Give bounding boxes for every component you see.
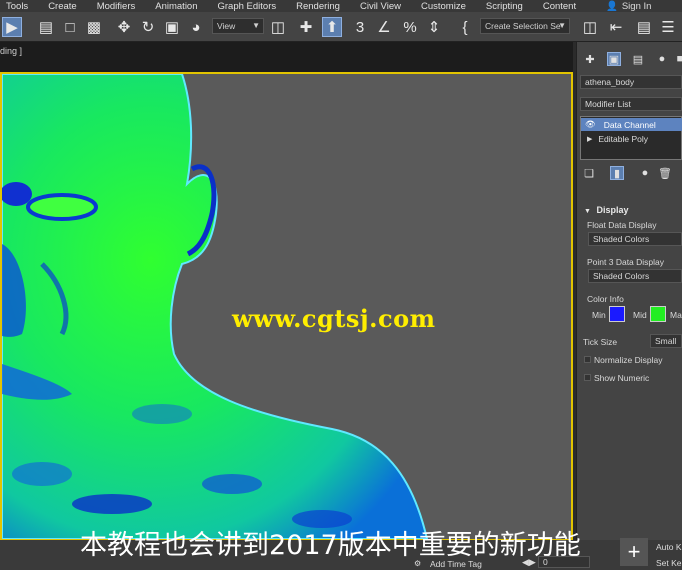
motion-tab-icon[interactable]: ●: [655, 52, 669, 66]
menu-bar: Tools Create Modifiers Animation Graph E…: [0, 0, 682, 12]
selection-set-label: Create Selection Se: [485, 21, 561, 31]
pivot-center-icon[interactable]: ◫: [268, 17, 288, 37]
named-selection-set-dropdown[interactable]: Create Selection Se ▼: [480, 18, 570, 34]
modify-tab-icon[interactable]: ▣: [607, 52, 621, 66]
menu-animation[interactable]: Animation: [155, 1, 197, 12]
hierarchy-tab-icon[interactable]: ▤: [631, 52, 645, 66]
scene-explorer-icon[interactable]: ▤: [634, 17, 654, 37]
percent-snap-icon[interactable]: %: [400, 17, 420, 37]
main-toolbar: ▶ ▤ □ ▩ ✥ ↻ ▣ ◕ View ▼ ◫ ✚ ⬆ 3 ∠ % ⇕ { C…: [0, 12, 682, 42]
chevron-down-icon: ▼: [252, 21, 260, 30]
layer-manager-icon[interactable]: ☰: [658, 17, 678, 37]
modifier-stack-item[interactable]: ▶ Editable Poly: [581, 132, 682, 145]
user-icon: 👤: [606, 0, 618, 12]
align-icon[interactable]: ⇤: [606, 17, 626, 37]
select-object-icon[interactable]: ▶: [2, 17, 22, 37]
place-icon[interactable]: ◕: [186, 17, 206, 37]
sign-in-label: Sign In: [621, 0, 652, 12]
select-by-name-icon[interactable]: ▤: [36, 17, 56, 37]
make-unique-icon[interactable]: ●: [638, 166, 652, 180]
spinner-snap-icon[interactable]: ⇕: [424, 17, 444, 37]
float-data-display-dropdown[interactable]: Shaded Colors: [588, 232, 682, 246]
modifier-list-dropdown[interactable]: Modifier List: [580, 97, 682, 111]
min-label: Min: [592, 310, 606, 320]
float-data-display-label: Float Data Display: [587, 220, 657, 230]
normalize-display-label: Normalize Display: [594, 355, 663, 365]
menu-customize[interactable]: Customize: [421, 1, 466, 12]
snaps-toggle-icon[interactable]: 3: [350, 17, 370, 37]
normalize-display-checkbox[interactable]: [584, 356, 591, 363]
show-end-result-icon[interactable]: ▮: [610, 166, 624, 180]
point3-data-display-dropdown[interactable]: Shaded Colors: [588, 269, 682, 283]
mid-color-swatch[interactable]: [650, 306, 666, 322]
min-color-swatch[interactable]: [609, 306, 625, 322]
color-info-label: Color Info: [587, 294, 624, 304]
menu-scripting[interactable]: Scripting: [486, 1, 523, 12]
view-dropdown-label: View: [217, 21, 236, 31]
menu-modifiers[interactable]: Modifiers: [97, 1, 136, 12]
rectangle-region-icon[interactable]: □: [60, 17, 80, 37]
mid-label: Mid: [633, 310, 647, 320]
set-key-plus-icon[interactable]: +: [620, 538, 648, 566]
point3-data-display-label: Point 3 Data Display: [587, 257, 665, 267]
collapse-triangle-icon: ▼: [584, 208, 591, 215]
mirror-icon[interactable]: ◫: [580, 17, 600, 37]
show-numeric-checkbox[interactable]: [584, 374, 591, 381]
modifier-data-channel-label: Data Channel: [603, 119, 656, 130]
tick-size-dropdown[interactable]: Small: [650, 334, 682, 348]
modifier-stack-item[interactable]: 👁 Data Channel: [581, 118, 682, 131]
display-rollout-title[interactable]: ▼ Display: [584, 205, 628, 215]
select-manipulate-icon[interactable]: ✚: [296, 17, 316, 37]
edit-named-selection-icon[interactable]: {: [455, 17, 475, 37]
menu-civil-view[interactable]: Civil View: [360, 1, 401, 12]
angle-snap-icon[interactable]: ∠: [374, 17, 394, 37]
viewport[interactable]: ding ] www.cgtsj.com: [0, 42, 573, 541]
max-label: Ma: [670, 310, 682, 320]
show-numeric-label: Show Numeric: [594, 373, 650, 383]
move-icon[interactable]: ✥: [114, 17, 134, 37]
expand-triangle-icon[interactable]: ▶: [587, 135, 592, 143]
create-tab-icon[interactable]: ✚: [583, 52, 597, 66]
scale-icon[interactable]: ▣: [162, 17, 182, 37]
tick-size-label: Tick Size: [583, 337, 618, 347]
menu-create[interactable]: Create: [48, 1, 77, 12]
menu-content[interactable]: Content: [543, 1, 576, 12]
window-crossing-icon[interactable]: ▩: [84, 17, 104, 37]
rotate-icon[interactable]: ↻: [138, 17, 158, 37]
reference-coordinate-dropdown[interactable]: View ▼: [212, 18, 264, 34]
object-name-field[interactable]: athena_body: [580, 75, 682, 89]
viewport-label[interactable]: ding ]: [0, 46, 22, 56]
modifier-stack[interactable]: 👁 Data Channel ▶ Editable Poly: [580, 116, 682, 160]
pin-stack-icon[interactable]: ❏: [582, 166, 596, 180]
remove-modifier-icon[interactable]: 🗑: [658, 166, 672, 180]
set-key-button[interactable]: Set Ke: [656, 558, 682, 568]
eye-icon[interactable]: 👁: [585, 119, 596, 130]
video-subtitle: 本教程也会讲到2017版本中重要的新功能: [80, 530, 581, 561]
display-tab-icon[interactable]: ■: [673, 52, 682, 66]
menu-tools[interactable]: Tools: [6, 1, 28, 12]
modifier-editable-poly-label: Editable Poly: [598, 133, 649, 144]
chevron-down-icon: ▼: [558, 21, 566, 30]
auto-key-button[interactable]: Auto K: [656, 542, 682, 552]
sign-in-button[interactable]: 👤 Sign In: [606, 0, 651, 12]
watermark-text: www.cgtsj.com: [232, 304, 436, 333]
keyboard-shortcut-override-icon[interactable]: ⬆: [322, 17, 342, 37]
display-section-label: Display: [596, 205, 629, 215]
menu-graph-editors[interactable]: Graph Editors: [218, 1, 277, 12]
menu-rendering[interactable]: Rendering: [296, 1, 340, 12]
